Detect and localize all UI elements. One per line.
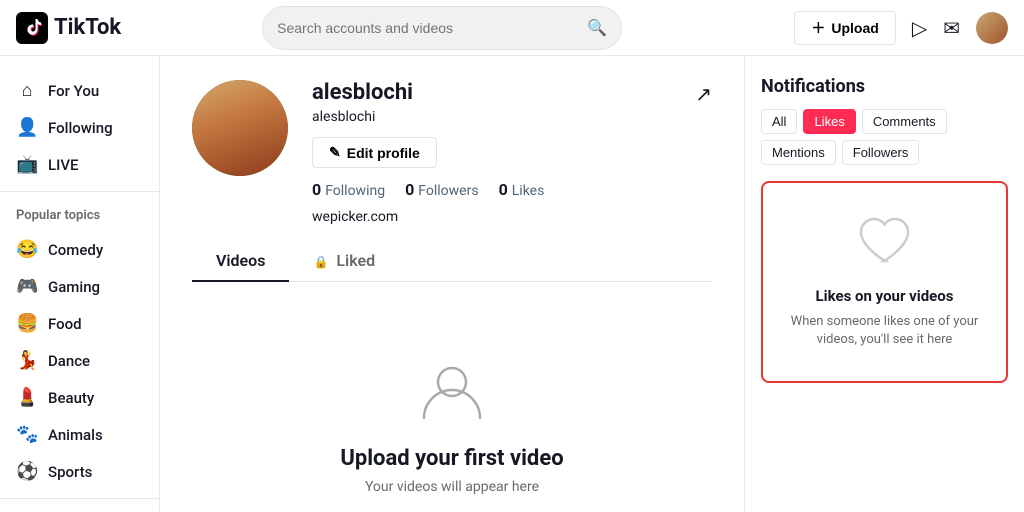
tab-liked-label: Liked [336, 251, 375, 270]
sidebar-item-dance[interactable]: 💃 Dance [0, 342, 159, 379]
lock-icon: 🔒 [313, 255, 328, 269]
dance-icon: 💃 [16, 350, 38, 371]
sidebar-item-for-you[interactable]: ⌂ For You [0, 72, 159, 109]
send-icon[interactable]: ▷ [912, 16, 927, 40]
sidebar-label-dance: Dance [48, 352, 90, 370]
sidebar-item-following[interactable]: 👤 Following [0, 109, 159, 146]
nav-right: ＋ Upload ▷ ✉ [794, 11, 1008, 45]
likes-stat: 0 Likes [499, 180, 545, 199]
animals-icon: 🐾 [16, 424, 38, 445]
notifications-tabs: All Likes Comments Mentions Followers [761, 109, 1008, 165]
notifications-panel: Notifications All Likes Comments Mention… [744, 56, 1024, 512]
sidebar-label-food: Food [48, 315, 82, 333]
notifications-card: Likes on your videos When someone likes … [761, 181, 1008, 383]
notif-card-sub: When someone likes one of your videos, y… [779, 313, 990, 349]
notif-tab-mentions[interactable]: Mentions [761, 140, 836, 165]
sidebar-label-animals: Animals [48, 426, 103, 444]
popular-topics-title: Popular topics [0, 200, 159, 231]
beauty-icon: 💄 [16, 387, 38, 408]
sidebar-item-gaming[interactable]: 🎮 Gaming [0, 268, 159, 305]
sidebar: ⌂ For You 👤 Following 📺 LIVE Popular top… [0, 56, 160, 512]
search-bar[interactable]: 🔍 [262, 6, 622, 50]
following-icon: 👤 [16, 117, 38, 138]
main-content: alesblochi ↗ alesblochi ✎ Edit profile 0… [160, 56, 744, 512]
notif-card-title: Likes on your videos [816, 287, 954, 305]
profile-actions: ✎ Edit profile [312, 137, 712, 168]
following-stat: 0 Following [312, 180, 385, 199]
sidebar-label-gaming: Gaming [48, 278, 100, 296]
notif-tab-comments[interactable]: Comments [862, 109, 947, 134]
sidebar-label-live: LIVE [48, 156, 79, 174]
gaming-icon: 🎮 [16, 276, 38, 297]
sidebar-label-for-you: For You [48, 82, 99, 100]
upload-button[interactable]: ＋ Upload [794, 11, 895, 45]
sidebar-item-animals[interactable]: 🐾 Animals [0, 416, 159, 453]
plus-icon: ＋ [811, 18, 825, 38]
edit-icon: ✎ [329, 144, 341, 161]
likes-label: Likes [512, 183, 545, 199]
sidebar-label-beauty: Beauty [48, 389, 94, 407]
profile-username: alesblochi [312, 80, 413, 105]
sidebar-item-food[interactable]: 🍔 Food [0, 305, 159, 342]
sidebar-item-comedy[interactable]: 😂 Comedy [0, 231, 159, 268]
sidebar-divider-2 [0, 498, 159, 499]
logo-text: TikTok [54, 15, 121, 40]
likes-count: 0 [499, 180, 508, 199]
sidebar-divider [0, 191, 159, 192]
upload-label: Upload [831, 20, 878, 36]
empty-title: Upload your first video [340, 446, 563, 471]
profile-handle: alesblochi [312, 109, 712, 125]
notif-tab-all[interactable]: All [761, 109, 797, 134]
notif-tab-followers[interactable]: Followers [842, 140, 920, 165]
profile-avatar [192, 80, 288, 176]
sidebar-label-following: Following [48, 119, 113, 137]
following-label: Following [325, 183, 385, 199]
food-icon: 🍔 [16, 313, 38, 334]
share-button[interactable]: ↗ [695, 82, 712, 107]
tab-videos[interactable]: Videos [192, 241, 289, 282]
logo[interactable]: TikTok [16, 12, 176, 44]
notifications-title: Notifications [761, 76, 1008, 97]
sidebar-main-nav: ⌂ For You 👤 Following 📺 LIVE [0, 72, 159, 183]
sports-icon: ⚽ [16, 461, 38, 482]
edit-profile-button[interactable]: ✎ Edit profile [312, 137, 437, 168]
followers-count: 0 [405, 180, 414, 199]
sidebar-label-sports: Sports [48, 463, 92, 481]
tiktok-logo-icon [16, 12, 48, 44]
empty-sub: Your videos will appear here [365, 479, 539, 495]
followers-stat: 0 Followers [405, 180, 478, 199]
notif-tab-likes[interactable]: Likes [803, 109, 855, 134]
sidebar-item-live[interactable]: 📺 LIVE [0, 146, 159, 183]
sidebar-item-sports[interactable]: ⚽ Sports [0, 453, 159, 490]
following-count: 0 [312, 180, 321, 199]
profile-website[interactable]: wepicker.com [312, 209, 712, 225]
heart-icon [857, 215, 913, 275]
following-accounts-title: Following accounts [0, 507, 159, 512]
edit-profile-label: Edit profile [347, 145, 420, 161]
comedy-icon: 😂 [16, 239, 38, 260]
search-input[interactable] [277, 20, 587, 36]
home-icon: ⌂ [16, 80, 38, 101]
tab-liked[interactable]: 🔒 Liked [289, 241, 399, 282]
search-icon: 🔍 [587, 18, 607, 37]
sidebar-label-comedy: Comedy [48, 241, 103, 259]
profile-stats: 0 Following 0 Followers 0 Likes [312, 180, 712, 199]
empty-state: Upload your first video Your videos will… [192, 306, 712, 512]
main-layout: ⌂ For You 👤 Following 📺 LIVE Popular top… [0, 56, 1024, 512]
sidebar-item-beauty[interactable]: 💄 Beauty [0, 379, 159, 416]
user-avatar[interactable] [976, 12, 1008, 44]
followers-label: Followers [418, 183, 478, 199]
profile-tabs: Videos 🔒 Liked [192, 241, 712, 282]
inbox-icon[interactable]: ✉ [943, 16, 960, 40]
top-navigation: TikTok 🔍 ＋ Upload ▷ ✉ [0, 0, 1024, 56]
empty-avatar-icon [416, 354, 488, 430]
profile-header: alesblochi ↗ alesblochi ✎ Edit profile 0… [192, 80, 712, 225]
live-icon: 📺 [16, 154, 38, 175]
profile-info: alesblochi ↗ alesblochi ✎ Edit profile 0… [312, 80, 712, 225]
tab-videos-label: Videos [216, 251, 265, 270]
